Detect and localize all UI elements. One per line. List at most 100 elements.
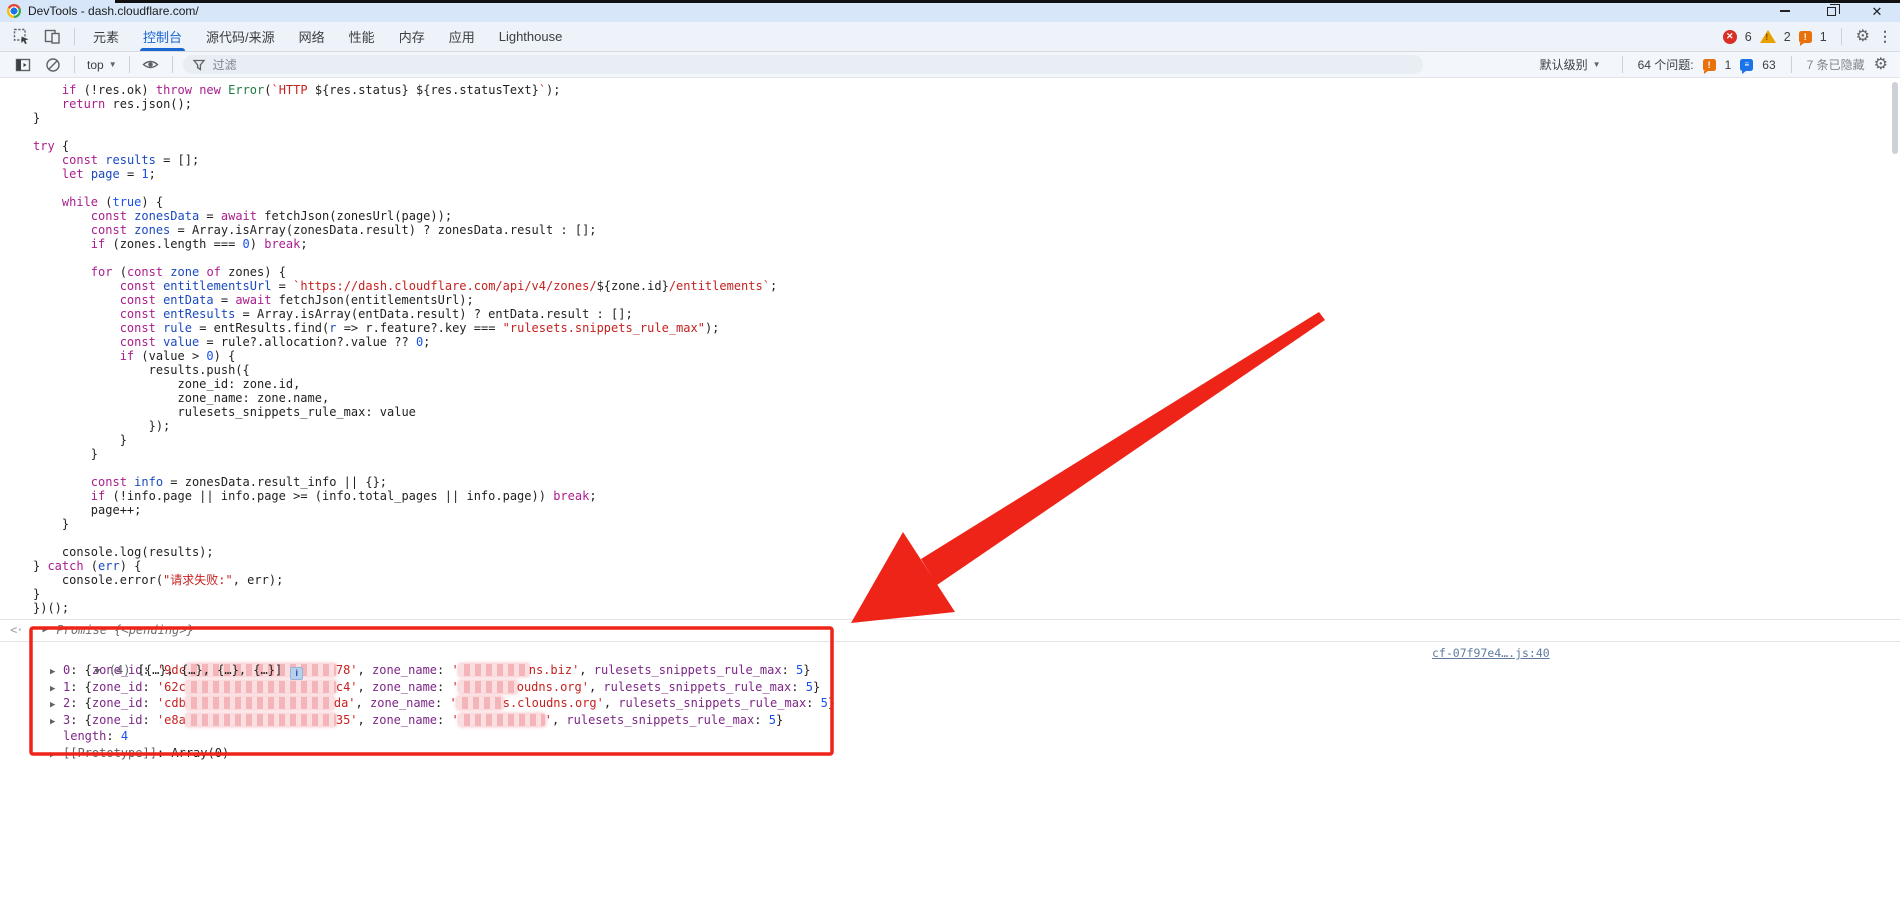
divider — [1791, 56, 1792, 73]
clear-console-icon — [45, 57, 61, 73]
divider — [1841, 28, 1842, 45]
promise-pending-value[interactable]: Promise {<pending>} — [56, 623, 193, 637]
scrollbar-thumb[interactable] — [1892, 82, 1898, 154]
create-live-expression-button[interactable] — [142, 56, 160, 74]
tab-elements[interactable]: 元素 — [81, 22, 131, 51]
issues-label[interactable]: 64 个问题: — [1638, 56, 1694, 73]
title-bar: DevTools - dash.cloudflare.com/ ✕ — [0, 0, 1900, 22]
console-input-echo: if (!res.ok) throw new Error(`HTTP ${res… — [0, 78, 1900, 615]
context-label: top — [87, 58, 104, 72]
console-array-item-row[interactable]: ▶2: {zone_id: 'cdbda', zone_name: 's.clo… — [0, 695, 1900, 712]
tab-network[interactable]: 网络 — [287, 22, 337, 51]
code-line: console.error("请求失败:", err); — [33, 573, 1900, 587]
warning-count-icon[interactable] — [1760, 30, 1776, 43]
info-icon[interactable]: i — [290, 667, 303, 680]
result-arrow-icon: <· — [10, 623, 22, 637]
issue-badge-icon[interactable]: ! — [1703, 59, 1716, 71]
code-line: } — [33, 433, 1900, 447]
javascript-context-dropdown[interactable]: top ▼ — [87, 58, 117, 72]
code-line: zone_id: zone.id, — [33, 377, 1900, 391]
code-line: while (true) { — [33, 195, 1900, 209]
redacted-text — [186, 714, 336, 726]
error-count[interactable]: 6 — [1745, 30, 1752, 44]
code-line: const zones = Array.isArray(zonesData.re… — [33, 223, 1900, 237]
tab-lighthouse[interactable]: Lighthouse — [487, 22, 575, 51]
chevron-down-icon: ▼ — [1593, 60, 1601, 69]
close-button[interactable]: ✕ — [1854, 0, 1900, 22]
console-toolbar: top ▼ 过滤 默认级别 ▼ 64 个问题: ! 1 ≡ — [0, 52, 1900, 78]
code-line: page++; — [33, 503, 1900, 517]
tab-sources[interactable]: 源代码/来源 — [194, 22, 287, 51]
expand-triangle-icon[interactable]: ▶ — [50, 747, 63, 764]
chevron-down-icon: ▼ — [109, 60, 117, 69]
tab-console[interactable]: 控制台 — [131, 22, 194, 51]
expand-triangle-icon[interactable]: ▶ — [42, 625, 56, 635]
code-line: zone_name: zone.name, — [33, 391, 1900, 405]
console-log-output: ▼(4) [{…}, {…}, {…}, {…}]i cf-07f97e4….j… — [0, 642, 1900, 761]
show-console-sidebar-button[interactable] — [14, 56, 32, 74]
code-line — [33, 125, 1900, 139]
redacted-text — [459, 681, 517, 693]
inspect-element-button[interactable] — [13, 28, 30, 45]
code-line: const value = rule?.allocation?.value ??… — [33, 335, 1900, 349]
close-icon: ✕ — [1872, 5, 1883, 18]
inspect-cursor-icon — [13, 28, 30, 45]
code-line: const entData = await fetchJson(entitlem… — [33, 293, 1900, 307]
code-line: try { — [33, 139, 1900, 153]
console-array-item-row[interactable]: ▶3: {zone_id: 'e8a35', zone_name: '', ru… — [0, 712, 1900, 729]
warning-count[interactable]: 2 — [1784, 30, 1791, 44]
code-line: if (!info.page || info.page >= (info.tot… — [33, 489, 1900, 503]
code-line: if (zones.length === 0) break; — [33, 237, 1900, 251]
window-controls: ✕ — [1762, 0, 1900, 22]
code-line: rulesets_snippets_rule_max: value — [33, 405, 1900, 419]
divider — [1622, 56, 1623, 73]
code-line: } — [33, 447, 1900, 461]
device-toolbar-icon — [44, 28, 61, 45]
clear-console-button[interactable] — [44, 56, 62, 74]
array-preview-row[interactable]: ▼(4) [{…}, {…}, {…}, {…}]i cf-07f97e4….j… — [0, 645, 1900, 662]
devtools-tab-bar: 元素控制台源代码/来源网络性能内存应用Lighthouse ✕ 6 2 ! 1 … — [0, 22, 1900, 52]
code-line — [33, 181, 1900, 195]
screen-edge-strip — [115, 0, 1900, 3]
console-settings-gear-icon[interactable]: ⚙ — [1874, 57, 1888, 73]
code-line: } — [33, 517, 1900, 531]
tab-performance[interactable]: 性能 — [337, 22, 387, 51]
console-filter-input[interactable]: 过滤 — [183, 55, 1423, 74]
issue-count[interactable]: 1 — [1820, 30, 1827, 44]
console-array-item-row[interactable]: ▶length: 4 — [0, 728, 1900, 745]
console-result-row: <· ▶ Promise {<pending>} — [0, 620, 1900, 639]
issue-badge-count[interactable]: 1 — [1725, 58, 1732, 72]
settings-gear-icon[interactable]: ⚙ — [1856, 29, 1870, 45]
redacted-text — [186, 697, 334, 709]
code-line: const zonesData = await fetchJson(zonesU… — [33, 209, 1900, 223]
code-line: const results = []; — [33, 153, 1900, 167]
maximize-button[interactable] — [1808, 0, 1854, 22]
divider — [129, 56, 130, 73]
code-line: } catch (err) { — [33, 559, 1900, 573]
code-line: })(); — [33, 601, 1900, 615]
error-count-icon[interactable]: ✕ — [1723, 30, 1737, 44]
redacted-text — [186, 681, 336, 693]
devtools-window: DevTools - dash.cloudflare.com/ ✕ 元素控制台源… — [0, 0, 1900, 915]
console-array-item-row[interactable]: ▶[[Prototype]]: Array(0) — [0, 745, 1900, 762]
code-line: const info = zonesData.result_info || {}… — [33, 475, 1900, 489]
chrome-logo-icon — [7, 4, 21, 18]
minimize-button[interactable] — [1762, 0, 1808, 22]
more-options-icon[interactable]: ⋮ — [1878, 28, 1892, 45]
message-bubble-icon[interactable]: ≡ — [1740, 59, 1753, 71]
source-location-link[interactable]: cf-07f97e4….js:40 — [1432, 645, 1550, 662]
code-line: }); — [33, 419, 1900, 433]
tab-memory[interactable]: 内存 — [387, 22, 437, 51]
issue-count-icon[interactable]: ! — [1799, 31, 1812, 43]
collapse-triangle-icon[interactable]: ▼ — [95, 664, 109, 681]
console-messages-area: if (!res.ok) throw new Error(`HTTP ${res… — [0, 78, 1900, 914]
toggle-device-toolbar-button[interactable] — [44, 28, 61, 45]
console-array-item-row[interactable]: ▶1: {zone_id: '62cc4', zone_name: 'oudns… — [0, 679, 1900, 696]
message-badge-count[interactable]: 63 — [1762, 58, 1775, 72]
code-line: if (value > 0) { — [33, 349, 1900, 363]
redacted-text — [457, 697, 503, 709]
tab-application[interactable]: 应用 — [437, 22, 487, 51]
code-line: const entResults = Array.isArray(entData… — [33, 307, 1900, 321]
minimize-icon — [1780, 10, 1790, 11]
log-level-dropdown[interactable]: 默认级别 ▼ — [1540, 56, 1601, 73]
